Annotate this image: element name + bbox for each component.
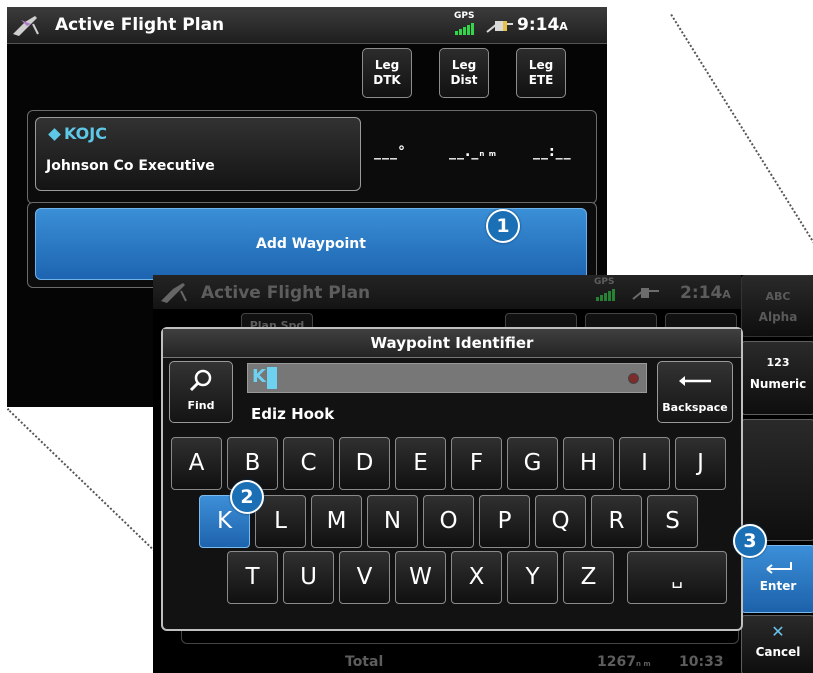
key-s[interactable]: S: [647, 495, 698, 548]
footer-total-label: Total: [345, 654, 384, 670]
key-e[interactable]: E: [395, 437, 446, 490]
key-g[interactable]: G: [507, 437, 558, 490]
key-m[interactable]: M: [311, 495, 362, 548]
identifier-input-field[interactable]: K: [247, 363, 647, 393]
key-x[interactable]: X: [451, 551, 502, 604]
status-time: 2:14A: [680, 283, 731, 303]
key-w[interactable]: W: [395, 551, 446, 604]
numeric-label: Numeric: [749, 377, 807, 391]
key-n[interactable]: N: [367, 495, 418, 548]
callout-2: 2: [230, 480, 264, 514]
key-a[interactable]: A: [171, 437, 222, 490]
column-label: Dist: [450, 73, 478, 87]
key-i[interactable]: I: [619, 437, 670, 490]
waypoint-name: Johnson Co Executive: [46, 158, 215, 174]
time-value: 2:14: [680, 283, 723, 303]
time-value: 9:14: [517, 15, 560, 35]
status-time: 9:14A: [517, 15, 568, 35]
cancel-button[interactable]: ✕ Cancel: [741, 615, 813, 673]
callout-3: 3: [733, 524, 767, 558]
key-c[interactable]: C: [283, 437, 334, 490]
key-f[interactable]: F: [451, 437, 502, 490]
suggestion-text: Ediz Hook: [251, 405, 335, 423]
distance-unit: n m: [635, 660, 651, 668]
key-t[interactable]: T: [227, 551, 278, 604]
column-label: Leg: [374, 58, 400, 72]
identifier-input-value: K: [252, 366, 266, 387]
column-leg-dist-button[interactable]: Leg Dist: [439, 48, 489, 98]
key-space[interactable]: ␣: [627, 551, 727, 604]
dimmed-page-title: Active Flight Plan: [201, 283, 371, 303]
backspace-label: Backspace: [662, 401, 728, 414]
unused-softkey: [741, 419, 813, 541]
footer-total-ete: 10:33: [679, 654, 724, 670]
title-bar: Active Flight Plan GPS 9:14A: [7, 7, 607, 44]
key-j[interactable]: J: [675, 437, 726, 490]
alpha-icon: ABC: [765, 290, 791, 303]
column-leg-ete-button[interactable]: Leg ETE: [516, 48, 566, 98]
key-q[interactable]: Q: [535, 495, 586, 548]
airplane-icon: [13, 16, 39, 36]
time-suffix: A: [559, 20, 568, 33]
key-o[interactable]: O: [423, 495, 474, 548]
leg-dist-number: __._: [449, 144, 480, 160]
alpha-button[interactable]: ABC Alpha: [741, 275, 813, 337]
diamond-waypoint-icon: [48, 128, 61, 141]
airplane-icon: [161, 283, 187, 303]
leg-dtk-value: ___°: [374, 144, 406, 160]
key-d[interactable]: D: [339, 437, 390, 490]
find-label: Find: [187, 399, 215, 412]
waypoint-button[interactable]: KOJC Johnson Co Executive: [35, 117, 361, 191]
key-z[interactable]: Z: [563, 551, 614, 604]
column-label: DTK: [373, 73, 401, 87]
key-h[interactable]: H: [563, 437, 614, 490]
dialog-title: Waypoint Identifier: [163, 329, 741, 358]
column-leg-dtk-button[interactable]: Leg DTK: [362, 48, 412, 98]
back-arrow-icon: [679, 376, 711, 386]
gps-signal-icon: [455, 23, 474, 35]
enter-arrow-icon: [766, 562, 792, 574]
cancel-icon: ✕: [771, 622, 785, 641]
key-p[interactable]: P: [479, 495, 530, 548]
clear-input-icon[interactable]: [628, 373, 639, 384]
numeric-button[interactable]: 123 Numeric: [741, 341, 813, 415]
footer-total-distance: 1267n m: [597, 654, 651, 670]
key-y[interactable]: Y: [507, 551, 558, 604]
numeric-icon: 123: [766, 356, 790, 369]
backspace-button[interactable]: Backspace: [657, 361, 733, 423]
leg-ete-value: __:__: [533, 144, 572, 160]
time-suffix: A: [722, 288, 731, 301]
leg-dist-unit: n m: [479, 150, 498, 158]
alpha-label: Alpha: [758, 310, 798, 324]
find-button[interactable]: Find: [169, 361, 233, 423]
cancel-label: Cancel: [755, 645, 801, 659]
space-glyph: ␣: [671, 568, 683, 589]
enter-label: Enter: [759, 579, 797, 593]
column-label: Leg: [528, 58, 554, 72]
foreground-screen: Active Flight Plan GPS 2:14A Plan Spd AB…: [153, 275, 813, 673]
leg-dist-value: __._n m: [449, 144, 497, 160]
leader-line-top-right: [670, 14, 813, 261]
distance-value: 1267: [597, 654, 636, 670]
key-v[interactable]: V: [339, 551, 390, 604]
column-label: ETE: [528, 73, 554, 87]
key-u[interactable]: U: [283, 551, 334, 604]
gps-label: GPS: [594, 277, 615, 287]
callout-1: 1: [486, 209, 520, 243]
magnifier-icon: [189, 369, 212, 392]
text-cursor: [267, 367, 277, 389]
page-title: Active Flight Plan: [55, 15, 225, 35]
waypoint-ident: KOJC: [64, 124, 107, 143]
column-label: Leg: [451, 58, 477, 72]
gps-label: GPS: [454, 11, 475, 21]
fuel-plug-icon: [486, 21, 513, 33]
fuel-plug-icon: [632, 288, 659, 300]
gps-signal-icon: [596, 289, 615, 301]
waypoint-identifier-dialog: Waypoint Identifier Find K Ediz Hook Bac…: [161, 327, 743, 631]
key-r[interactable]: R: [591, 495, 642, 548]
add-waypoint-label: Add Waypoint: [256, 236, 366, 252]
